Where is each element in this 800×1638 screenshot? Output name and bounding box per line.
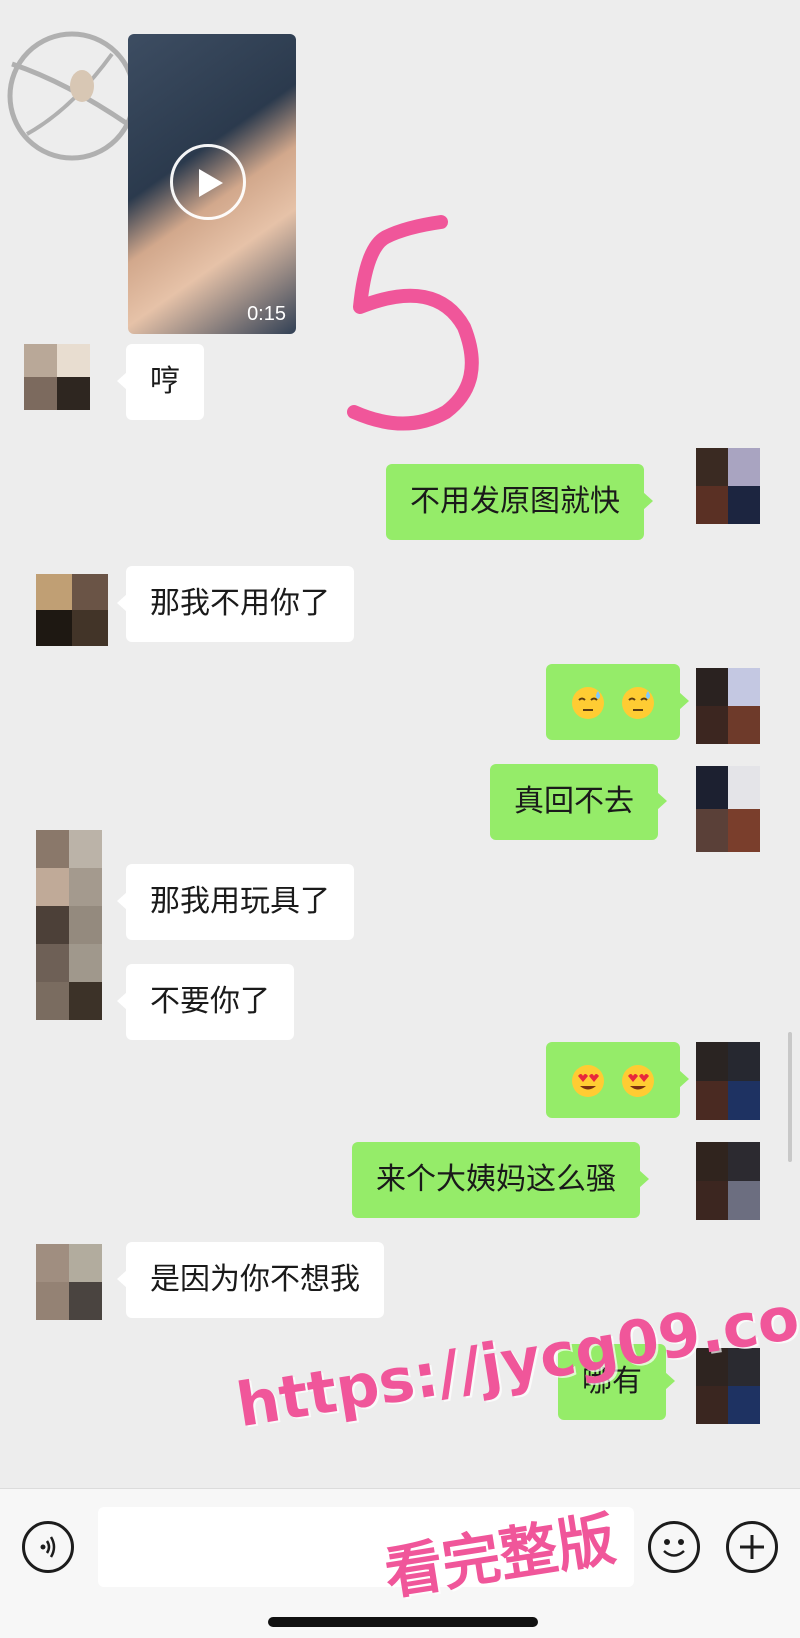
message-bubble[interactable]: 来个大姨妈这么骚	[352, 1142, 649, 1218]
message-bubble[interactable]: 哼	[117, 344, 204, 420]
avatar[interactable]	[24, 344, 90, 410]
avatar[interactable]	[696, 448, 760, 524]
message-bubble[interactable]: 不用发原图就快	[386, 464, 653, 540]
play-icon[interactable]	[170, 144, 246, 220]
avatar[interactable]	[696, 766, 760, 852]
message-bubble[interactable]: 那我用玩具了	[117, 864, 354, 940]
smiley-icon	[663, 1539, 685, 1557]
video-duration: 0:15	[247, 303, 286, 325]
heart-eyes-emoji-icon	[572, 1064, 604, 1097]
message-bubble[interactable]: 那我不用你了	[117, 566, 354, 642]
avatar[interactable]	[696, 1042, 760, 1120]
message-bubble[interactable]: 是因为你不想我	[117, 1242, 384, 1318]
home-indicator	[268, 1617, 538, 1627]
avatar[interactable]	[36, 574, 108, 646]
sweat-smile-emoji-icon	[621, 686, 654, 719]
sweat-smile-emoji-icon	[572, 686, 604, 719]
message-bubble[interactable]: 不要你了	[117, 964, 294, 1040]
chat-screen: 0:15 哼 不用发原图就快 那我不用你了 真回不去 那我用玩具了 不要你了 来…	[0, 0, 800, 1638]
emoji-picker-button[interactable]	[648, 1521, 700, 1573]
heart-eyes-emoji-icon	[621, 1064, 654, 1097]
scrollbar[interactable]	[788, 1032, 792, 1162]
message-bubble[interactable]: 真回不去	[490, 764, 667, 840]
more-options-button[interactable]	[726, 1521, 778, 1573]
emoji-message-bubble[interactable]	[546, 1042, 689, 1118]
plus-icon	[740, 1535, 764, 1559]
top-bar	[0, 0, 800, 22]
video-message[interactable]: 0:15	[128, 34, 296, 334]
avatar[interactable]	[696, 1142, 760, 1220]
voice-icon	[40, 1536, 56, 1558]
voice-input-button[interactable]	[22, 1521, 74, 1573]
chat-message-list[interactable]: 0:15 哼 不用发原图就快 那我不用你了 真回不去 那我用玩具了 不要你了 来…	[0, 22, 800, 1488]
avatar[interactable]	[36, 830, 102, 1020]
emoji-message-bubble[interactable]	[546, 664, 689, 740]
handwritten-five-mark	[347, 215, 479, 431]
avatar[interactable]	[36, 1244, 102, 1320]
avatar[interactable]	[696, 668, 760, 744]
